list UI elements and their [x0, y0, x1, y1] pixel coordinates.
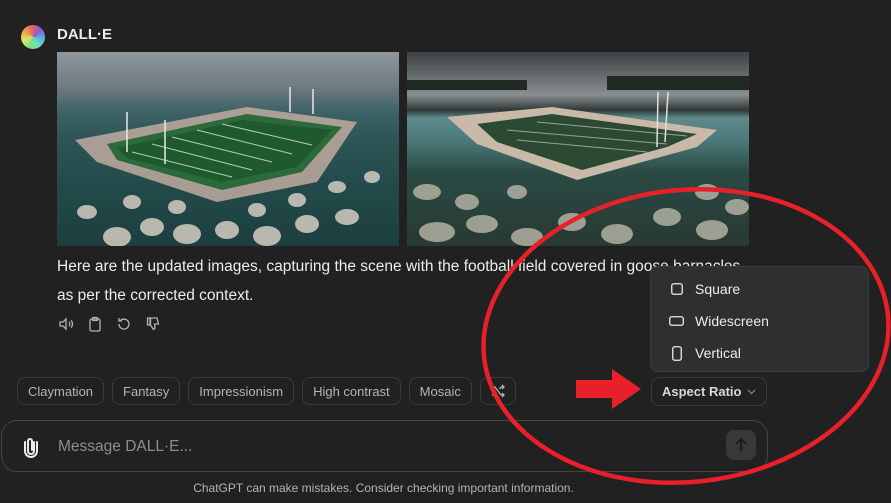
speaker-icon[interactable] — [57, 315, 74, 332]
paperclip-icon[interactable] — [22, 436, 40, 458]
widescreen-icon — [669, 316, 684, 326]
aspect-ratio-button[interactable]: Aspect Ratio — [651, 377, 768, 406]
aspect-ratio-label: Aspect Ratio — [662, 384, 742, 399]
chip-high-contrast[interactable]: High contrast — [302, 377, 401, 405]
sender-name: DALL·E — [57, 26, 112, 43]
shuffle-icon — [491, 384, 505, 398]
chip-claymation[interactable]: Claymation — [17, 377, 105, 405]
vertical-icon — [669, 345, 684, 361]
message-input[interactable] — [56, 430, 700, 464]
menu-item-label: Square — [695, 281, 741, 297]
menu-item-vertical[interactable]: Vertical — [651, 337, 868, 369]
square-icon — [669, 283, 684, 295]
shuffle-button[interactable] — [479, 377, 516, 405]
chip-fantasy[interactable]: Fantasy — [112, 377, 181, 405]
chip-mosaic[interactable]: Mosaic — [408, 377, 472, 405]
generated-image-1[interactable] — [57, 52, 399, 246]
image-1-scene — [75, 87, 380, 246]
menu-item-label: Vertical — [695, 345, 741, 361]
disclaimer-text: ChatGPT can make mistakes. Consider chec… — [193, 481, 574, 495]
menu-item-square[interactable]: Square — [651, 273, 868, 305]
style-chips: Claymation Fantasy Impressionism High co… — [17, 377, 516, 405]
clipboard-icon[interactable] — [86, 315, 103, 332]
aspect-ratio-menu: Square Widescreen Vertical — [650, 266, 869, 372]
annotation-arrow — [576, 369, 641, 409]
dalle-avatar — [21, 25, 45, 49]
send-button[interactable] — [726, 430, 756, 460]
chip-impressionism[interactable]: Impressionism — [188, 377, 295, 405]
arrow-up-icon — [735, 437, 747, 451]
thumbs-down-icon[interactable] — [144, 315, 161, 332]
image-2-scene — [407, 76, 749, 246]
chevron-down-icon — [748, 389, 756, 394]
generated-image-2[interactable] — [407, 52, 749, 246]
regenerate-icon[interactable] — [115, 315, 132, 332]
menu-item-widescreen[interactable]: Widescreen — [651, 305, 868, 337]
message-actions — [57, 315, 161, 332]
menu-item-label: Widescreen — [695, 313, 769, 329]
